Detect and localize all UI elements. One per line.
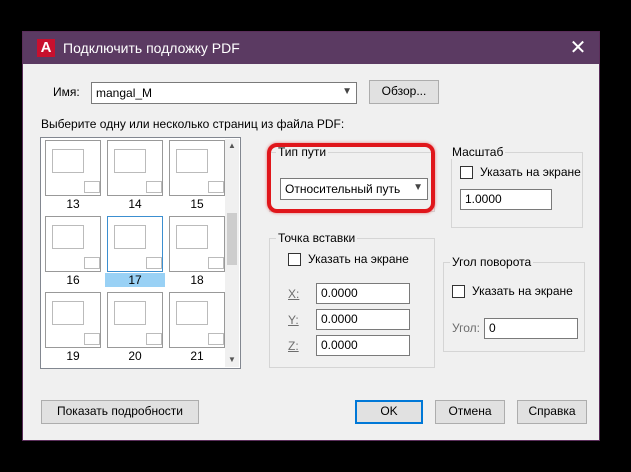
scale-group: Масштаб Указать на экране 1.0000 (450, 145, 583, 228)
angle-input[interactable]: 0 (484, 318, 578, 339)
scroll-up-icon[interactable]: ▲ (225, 139, 239, 153)
insertion-point-group: Точка вставки Указать на экране X: 0.000… (269, 231, 435, 368)
page-number: 14 (128, 197, 142, 211)
pages-prompt: Выберите одну или несколько страниц из ф… (41, 117, 345, 131)
ok-button[interactable]: OK (355, 400, 423, 424)
rotation-on-screen-checkbox[interactable] (452, 285, 465, 298)
page-preview-image (169, 140, 225, 196)
close-button[interactable]: ✕ (565, 35, 591, 61)
page-preview-image (107, 140, 163, 196)
page-preview-image (45, 216, 101, 272)
page-thumbnail[interactable]: 18 (167, 214, 227, 288)
name-combobox[interactable]: mangal_M ▼ (91, 82, 357, 104)
page-preview-image (169, 216, 225, 272)
page-number: 15 (190, 197, 204, 211)
page-number: 21 (190, 349, 204, 363)
page-number: 13 (66, 197, 80, 211)
name-label: Имя: (53, 85, 80, 99)
z-input[interactable]: 0.0000 (316, 335, 410, 356)
page-thumbnail[interactable]: 14 (105, 140, 165, 212)
show-details-button[interactable]: Показать подробности (41, 400, 199, 424)
rotation-group: Угол поворота Указать на экране Угол: 0 (443, 255, 585, 352)
scale-input[interactable]: 1.0000 (460, 189, 552, 210)
x-label: X: (288, 287, 300, 301)
insertion-on-screen-checkbox[interactable] (288, 253, 301, 266)
page-preview-image (45, 140, 101, 196)
page-preview-image (107, 292, 163, 348)
page-number: 17 (105, 273, 165, 287)
x-input[interactable]: 0.0000 (316, 283, 410, 304)
rotation-title: Угол поворота (450, 255, 534, 269)
autocad-logo-icon: A (37, 39, 55, 57)
page-thumbnail-list[interactable]: 13 14 15 16 17 18 19 20 21 ▲ ▼ (40, 137, 241, 369)
name-value: mangal_M (96, 86, 153, 100)
thumbnail-grid: 13 14 15 16 17 18 19 20 21 (43, 140, 227, 366)
page-preview-image (45, 292, 101, 348)
page-thumbnail[interactable]: 20 (105, 290, 165, 364)
browse-button[interactable]: Обзор... (369, 80, 439, 104)
page-thumbnail[interactable]: 21 (167, 290, 227, 364)
page-thumbnail[interactable]: 19 (43, 290, 103, 364)
scale-on-screen-checkbox[interactable] (460, 166, 473, 179)
y-label: Y: (288, 313, 299, 327)
scale-on-screen-label: Указать на экране (480, 165, 581, 179)
red-highlight-annotation (267, 143, 435, 213)
page-thumbnail[interactable]: 15 (167, 140, 227, 212)
z-label: Z: (288, 339, 299, 353)
scroll-down-icon[interactable]: ▼ (225, 353, 239, 367)
page-number: 19 (66, 349, 80, 363)
help-button[interactable]: Справка (517, 400, 587, 424)
insertion-point-title: Точка вставки (276, 231, 358, 245)
y-input[interactable]: 0.0000 (316, 309, 410, 330)
vertical-scrollbar[interactable]: ▲ ▼ (225, 139, 239, 367)
page-preview-image (169, 292, 225, 348)
page-thumbnail[interactable]: 16 (43, 214, 103, 288)
attach-pdf-dialog: A Подключить подложку PDF ✕ Имя: mangal_… (22, 31, 600, 441)
page-preview-image (107, 216, 163, 272)
angle-label: Угол: (452, 321, 480, 335)
rotation-on-screen-label: Указать на экране (472, 284, 573, 298)
page-number: 16 (66, 273, 80, 287)
title-bar[interactable]: A Подключить подложку PDF ✕ (23, 32, 599, 64)
page-number: 20 (128, 349, 142, 363)
page-thumbnail[interactable]: 17 (105, 214, 165, 288)
scale-title: Масштаб (450, 145, 506, 159)
cancel-button[interactable]: Отмена (435, 400, 505, 424)
insertion-on-screen-label: Указать на экране (308, 252, 409, 266)
chevron-down-icon: ▼ (342, 86, 352, 97)
page-thumbnail[interactable]: 13 (43, 140, 103, 212)
page-number: 18 (190, 273, 204, 287)
scrollbar-thumb[interactable] (227, 213, 237, 265)
window-title: Подключить подложку PDF (63, 40, 240, 56)
